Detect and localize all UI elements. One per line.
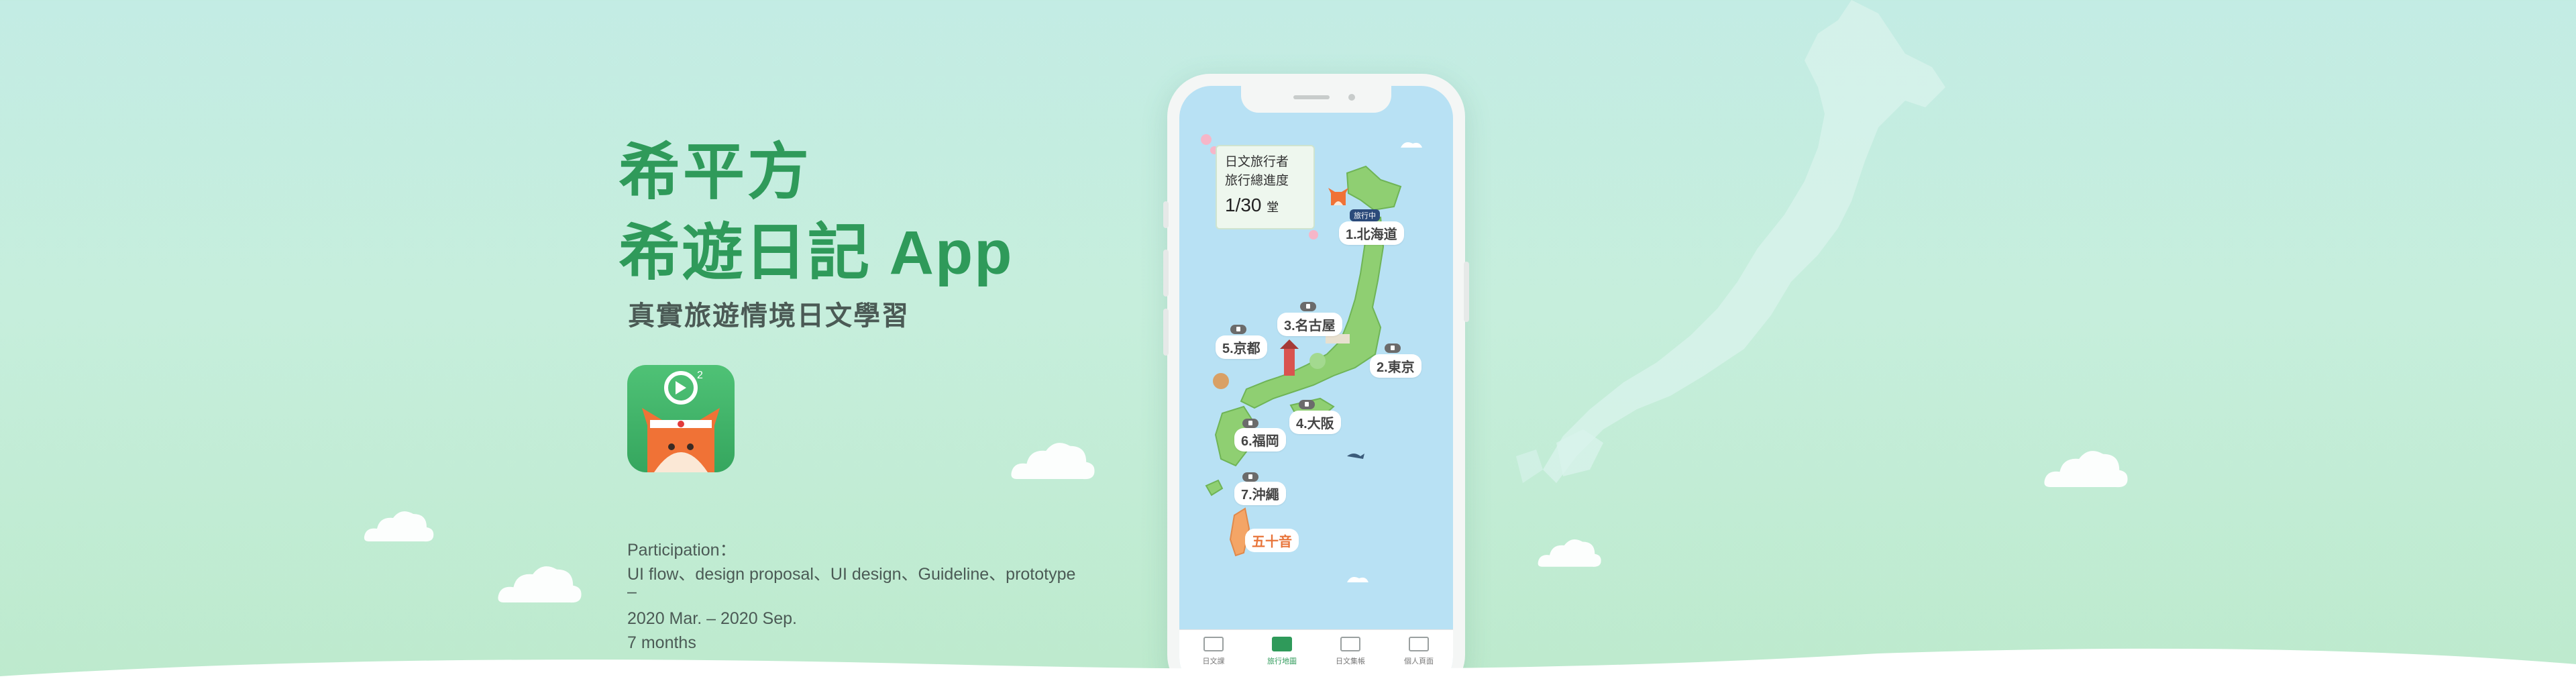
region-osaka[interactable]: 4.大阪 bbox=[1289, 411, 1341, 434]
progress-count: 1/30 堂 bbox=[1225, 195, 1279, 215]
participation-label: Participation： bbox=[627, 541, 737, 560]
fox-mascot-icon: 2 bbox=[642, 370, 720, 472]
app-subtitle: 真實旅遊情境日文學習 bbox=[628, 301, 910, 331]
info-separator: – bbox=[627, 582, 637, 601]
app-screen: 日文旅行者 旅行總進度 1/30 堂 旅行中 1.北海道 2.東京 3.名古屋 … bbox=[1179, 86, 1453, 687]
region-okinawa[interactable]: 7.沖繩 bbox=[1234, 482, 1286, 505]
app-title: 希遊日記 App bbox=[619, 219, 1014, 287]
region-hokkaido[interactable]: 1.北海道 bbox=[1339, 221, 1404, 245]
fox-avatar-icon bbox=[1328, 188, 1348, 205]
brand-title: 希平方 bbox=[619, 138, 812, 207]
phone-camera bbox=[1348, 94, 1355, 101]
cloud-decoration bbox=[364, 511, 434, 542]
lock-icon bbox=[1242, 419, 1258, 428]
bottom-wave bbox=[0, 648, 2576, 687]
current-location-tag: 旅行中 bbox=[1350, 209, 1380, 221]
svg-text:2: 2 bbox=[697, 370, 703, 381]
region-fukuoka[interactable]: 6.福岡 bbox=[1234, 428, 1286, 452]
app-icon: 2 bbox=[627, 365, 735, 472]
progress-subtitle: 旅行總進度 bbox=[1225, 174, 1289, 188]
lock-icon bbox=[1230, 325, 1246, 334]
phone-volume-down bbox=[1163, 309, 1169, 356]
participation-items: UI flow、design proposal、UI design、Guidel… bbox=[627, 565, 1076, 584]
phone-notch bbox=[1241, 86, 1391, 113]
region-kyoto[interactable]: 5.京都 bbox=[1216, 335, 1267, 359]
phone-speaker bbox=[1293, 95, 1330, 99]
phone-side-button bbox=[1163, 201, 1169, 228]
lock-icon bbox=[1385, 344, 1401, 353]
cloud-decoration bbox=[2044, 451, 2128, 488]
phone-power-button bbox=[1464, 262, 1469, 322]
progress-title: 日文旅行者 bbox=[1225, 155, 1289, 169]
cloud-decoration bbox=[498, 566, 582, 603]
phone-volume-up bbox=[1163, 250, 1169, 297]
lock-icon bbox=[1299, 400, 1315, 409]
project-period: 2020 Mar. – 2020 Sep. bbox=[627, 609, 797, 628]
lock-icon bbox=[1242, 472, 1258, 482]
cloud-decoration bbox=[1011, 443, 1095, 480]
background-japan-map bbox=[1516, 0, 1945, 483]
gojuon-label[interactable]: 五十音 bbox=[1245, 529, 1299, 552]
progress-card: 日文旅行者 旅行總進度 1/30 堂 bbox=[1216, 145, 1315, 229]
cloud-decoration bbox=[1538, 539, 1601, 567]
region-nagoya[interactable]: 3.名古屋 bbox=[1277, 313, 1342, 336]
lock-icon bbox=[1300, 302, 1316, 311]
phone-mockup: 日文旅行者 旅行總進度 1/30 堂 旅行中 1.北海道 2.東京 3.名古屋 … bbox=[1163, 74, 1469, 687]
region-tokyo[interactable]: 2.東京 bbox=[1370, 354, 1421, 378]
